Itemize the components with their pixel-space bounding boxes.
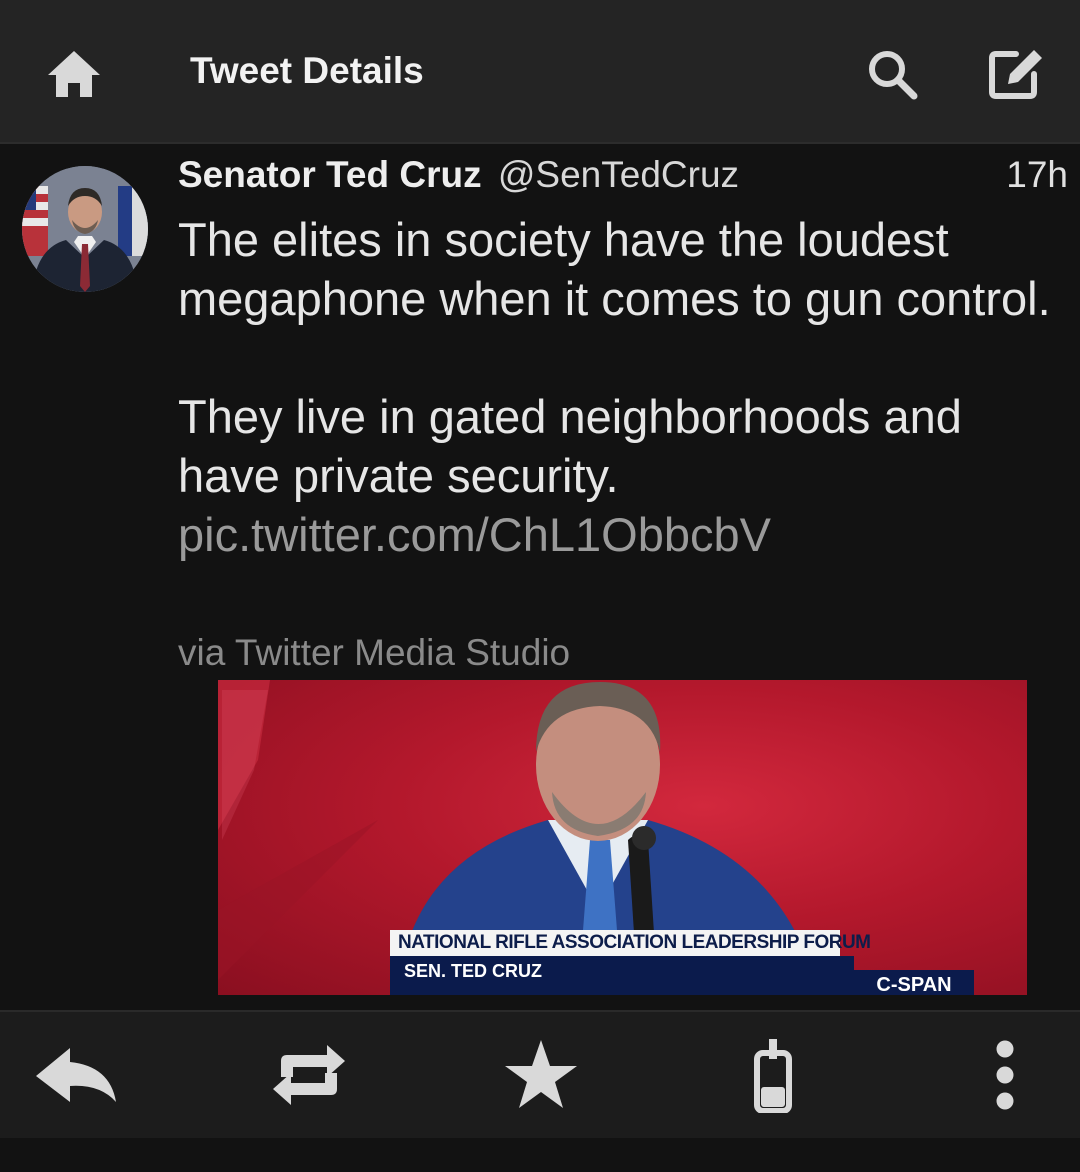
media-caption-name: SEN. TED CRUZ	[390, 956, 854, 995]
page-title: Tweet Details	[190, 50, 424, 91]
tweet-text-paragraph: The elites in society have the loudest m…	[178, 213, 1051, 325]
author-name[interactable]: Senator Ted Cruz	[178, 154, 482, 195]
home-icon	[48, 51, 100, 97]
tweet-media-video[interactable]: NATIONAL RIFLE ASSOCIATION LEADERSHIP FO…	[218, 680, 1027, 995]
tweet-timestamp: 17h	[1006, 154, 1068, 195]
author-avatar-image	[22, 166, 148, 292]
author-handle[interactable]: @SenTedCruz	[498, 154, 739, 195]
share-icon	[754, 1039, 792, 1113]
network-logo: C-SPAN	[854, 970, 974, 995]
bottom-spacer	[0, 1138, 1080, 1172]
retweet-button[interactable]	[264, 1030, 354, 1120]
tweet-header: Senator Ted Cruz @SenTedCruz	[178, 154, 1068, 204]
tweet-text-span: They live in gated neighborhoods and hav…	[178, 390, 962, 502]
reply-icon	[36, 1048, 116, 1102]
search-button[interactable]	[856, 38, 928, 110]
search-icon	[869, 51, 918, 100]
tweet-action-bar	[0, 1010, 1080, 1138]
tweet-text: The elites in society have the loudest m…	[178, 210, 1058, 564]
top-app-bar: Tweet Details	[0, 0, 1080, 144]
tweet-link[interactable]: pic.twitter.com/ChL1ObbcbV	[178, 508, 771, 561]
reply-button[interactable]	[30, 1030, 120, 1120]
retweet-icon	[273, 1045, 345, 1105]
compose-button[interactable]	[978, 38, 1054, 110]
tweet-source: via Twitter Media Studio	[178, 632, 571, 673]
tweet-detail: Senator Ted Cruz @SenTedCruz 17h The eli…	[0, 146, 1080, 1008]
more-button[interactable]	[960, 1030, 1050, 1120]
favorite-button[interactable]	[496, 1030, 586, 1120]
avatar[interactable]	[22, 166, 148, 292]
more-vertical-icon	[996, 1040, 1014, 1110]
share-button[interactable]	[728, 1030, 818, 1120]
home-button[interactable]	[38, 38, 110, 110]
star-icon	[505, 1040, 577, 1108]
tweet-text-paragraph: They live in gated neighborhoods and hav…	[178, 387, 1058, 564]
compose-icon	[989, 50, 1042, 99]
media-caption-title: NATIONAL RIFLE ASSOCIATION LEADERSHIP FO…	[390, 930, 871, 956]
